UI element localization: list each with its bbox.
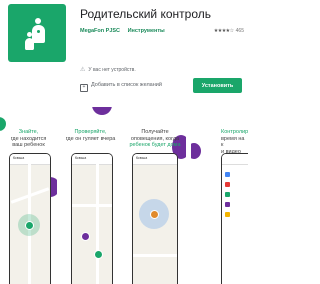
child-pin-icon <box>25 221 34 230</box>
map-road <box>96 164 99 284</box>
map-road <box>133 254 177 257</box>
device-warning-text: У вас нет устройств. <box>88 67 136 73</box>
app-icon-list-item <box>225 182 230 187</box>
screenshot-3[interactable]: Получайте оповещения, когда ребенок буде… <box>124 107 186 284</box>
phone-header <box>222 154 248 165</box>
rating-stars-icon: ★★★★☆ <box>213 28 234 34</box>
phone-mockup: Ксюша <box>71 153 113 284</box>
location-dot-shape <box>37 30 40 33</box>
map-road <box>72 204 112 207</box>
caption-line: ваш ребенок <box>12 142 45 148</box>
phone-header: Ксюша <box>133 154 177 165</box>
caption-line: время на к <box>221 135 245 149</box>
child-pin-icon <box>94 250 103 259</box>
decor-blob <box>191 143 201 159</box>
rating: ★★★★☆ 465 <box>214 28 244 34</box>
decor-blob <box>92 107 112 115</box>
rating-count: 465 <box>235 28 244 34</box>
wishlist-link[interactable]: + Добавить в список желаний <box>80 82 162 92</box>
screenshot-4[interactable]: Контролир время на к и видео <box>191 107 248 284</box>
app-icon <box>8 4 66 62</box>
app-icon-list-item <box>225 172 230 177</box>
caption-line: где он гуляет вчера <box>65 135 116 142</box>
phone-tab-label: Ксюша <box>13 156 25 160</box>
warning-icon: ⚠ <box>80 67 86 73</box>
history-pin-icon <box>81 232 90 241</box>
phone-mockup: Ксюша <box>9 153 51 284</box>
phone-header: Ксюша <box>72 154 112 165</box>
screenshot-caption: Контролир время на к и видео <box>221 129 248 155</box>
phone-tab-label: Ксюша <box>136 156 148 160</box>
phone-mockup: Ксюша <box>132 153 178 284</box>
screenshot-caption: Получайте оповещения, когда ребенок буде… <box>124 129 186 149</box>
phone-tab-label: Ксюша <box>75 156 87 160</box>
screenshot-1[interactable]: Знайте, где находится ваш ребенок Ксюша <box>0 107 57 284</box>
screenshots-carousel[interactable]: Знайте, где находится ваш ребенок Ксюша … <box>0 107 248 284</box>
child-head-shape <box>27 32 32 37</box>
parent-head-shape <box>35 18 41 24</box>
screenshot-caption: Проверяйте, где он гуляет вчера <box>62 129 119 142</box>
app-icon-list-item <box>225 192 230 197</box>
app-icon-list-item <box>225 202 230 207</box>
caption-line: ребенок будет дома <box>129 142 181 148</box>
bookmark-plus-icon: + <box>80 84 88 92</box>
developer-link[interactable]: MegaFon PJSC <box>80 28 120 34</box>
child-body-shape <box>25 38 34 50</box>
app-icon-list-item <box>225 212 230 217</box>
wishlist-label: Добавить в список желаний <box>91 82 162 88</box>
screenshot-caption: Знайте, где находится ваш ребенок <box>0 129 57 149</box>
category-link[interactable]: Инструменты <box>128 28 165 34</box>
device-warning: ⚠ У вас нет устройств. <box>80 66 136 73</box>
app-title: Родительский контроль <box>80 7 211 21</box>
caption-line: Контролир <box>221 129 248 135</box>
app-meta: MegaFon PJSC Инструменты <box>80 28 171 34</box>
phone-mockup <box>221 153 248 284</box>
screenshot-2[interactable]: Проверяйте, где он гуляет вчера Ксюша <box>62 107 119 284</box>
install-button[interactable]: Установить <box>193 78 242 93</box>
parent-body-shape <box>32 25 45 43</box>
child-avatar-icon <box>150 210 159 219</box>
